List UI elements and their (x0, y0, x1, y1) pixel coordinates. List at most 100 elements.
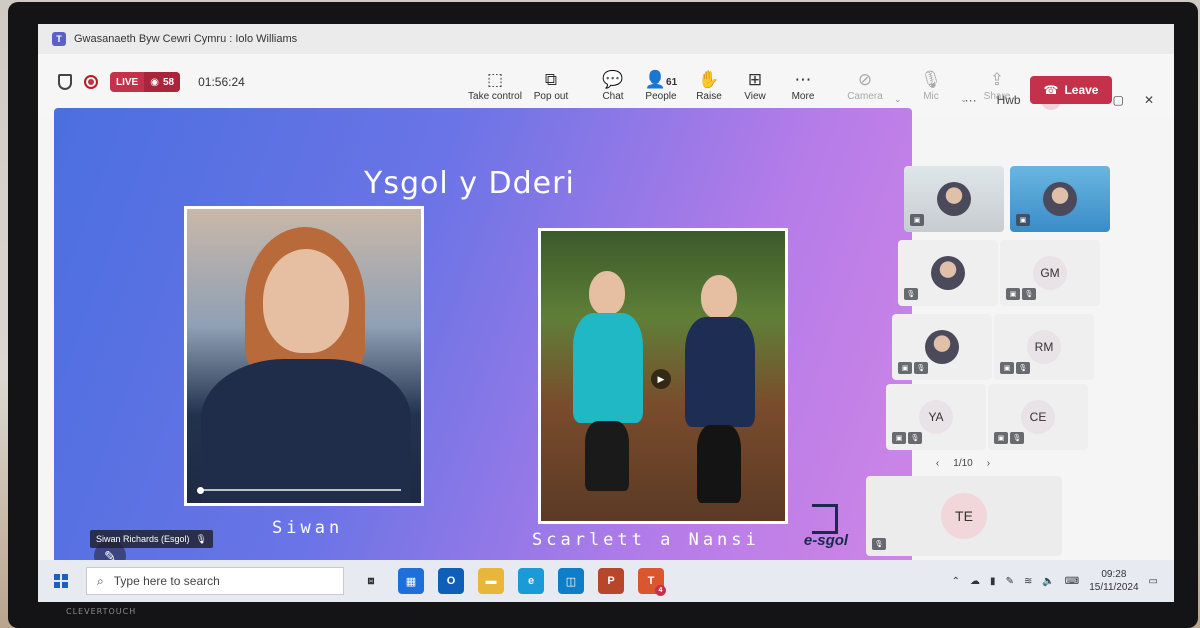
pop-out-button[interactable]: ⧉ Pop out (522, 60, 580, 110)
face-shape-left (589, 271, 625, 315)
play-icon[interactable]: ▶ (651, 369, 671, 389)
pen-icon[interactable]: ✎ (1006, 576, 1014, 587)
onedrive-icon[interactable]: ☁ (970, 576, 980, 587)
legs-shape-right (697, 425, 741, 503)
camera-options-chevron-icon[interactable]: ⌄ (894, 94, 902, 105)
participant-tile[interactable]: ▣ 🎙 (892, 314, 992, 380)
face-shape (263, 249, 349, 353)
battery-icon[interactable]: ▮ (990, 576, 996, 587)
search-placeholder: Type here to search (113, 574, 220, 588)
mic-off-icon: 🎙 (195, 533, 207, 544)
chevron-up-icon[interactable]: ⌃ (952, 576, 960, 587)
camera-button[interactable]: ⊘ Camera (836, 60, 894, 110)
hwb-label: Hwb (996, 93, 1021, 107)
edge-icon[interactable]: e (518, 568, 544, 594)
participant-avatar: CE (1021, 400, 1055, 434)
camera-off-icon: ▣ (898, 362, 912, 374)
more-button[interactable]: ⋯ More (774, 60, 832, 110)
speaker-name-tag: Siwan Richards (Esgol) 🎙 (90, 530, 213, 548)
powerpoint-icon[interactable]: P (598, 568, 624, 594)
grid-icon: ⊞ (747, 69, 763, 89)
teams-badge: 4 (655, 585, 666, 596)
monitor-bezel: CLEVERTOUCH T Gwasanaeth Byw Cewri Cymru… (8, 2, 1198, 628)
esgol-logo-icon (812, 504, 838, 534)
body-shape-left (573, 313, 643, 423)
hoodie-shape (201, 359, 411, 503)
teams-icon: T (52, 32, 66, 46)
chat-icon: 💬 (602, 69, 624, 89)
participant-avatar: YA (919, 400, 953, 434)
participant-tile[interactable]: ▣ (1010, 166, 1110, 232)
mic-off-icon: 🎙 (904, 288, 918, 300)
face-shape-right (701, 275, 737, 319)
participant-video (1043, 182, 1077, 216)
page-indicator: 1/10 (953, 458, 973, 469)
volume-icon[interactable]: 🔈 (1042, 576, 1054, 587)
screen-share-icon: ▣ (910, 214, 924, 226)
clock-time: 09:28 (1101, 569, 1127, 580)
speaker-name: Siwan Richards (Esgol) (96, 534, 190, 544)
clock-date: 15/11/2024 (1089, 582, 1139, 593)
participant-tile[interactable]: CE ▣ 🎙 (988, 384, 1088, 450)
more-options-icon[interactable]: ··· (965, 93, 977, 107)
monitor-brand: CLEVERTOUCH (66, 607, 137, 616)
esgol-logo-text: e-sgol (803, 532, 849, 549)
close-icon[interactable]: ✕ (1144, 93, 1154, 107)
outlook-icon[interactable]: O (438, 568, 464, 594)
taskbar-search-input[interactable]: ⌕ Type here to search (86, 567, 344, 595)
notification-icon[interactable]: ▭ (1149, 576, 1158, 587)
live-badge[interactable]: LIVE ◉ 58 (110, 72, 181, 92)
participant-tile[interactable]: ▣ (904, 166, 1004, 232)
people-count: 61 (666, 76, 678, 88)
caption-left: Siwan (272, 518, 344, 538)
pop-out-icon: ⧉ (544, 69, 558, 89)
app-icon[interactable]: ◫ (558, 568, 584, 594)
file-explorer-icon[interactable]: ▬ (478, 568, 504, 594)
mic-off-icon: 🎙 (1010, 432, 1024, 444)
mic-off-icon: 🎙 (914, 362, 928, 374)
gallery-pager: ‹ 1/10 › (908, 458, 1018, 469)
mic-button[interactable]: 🎙 Mic (902, 60, 960, 110)
mic-off-icon: 🎙 (908, 432, 922, 444)
screen: T Gwasanaeth Byw Cewri Cymru : Iolo Will… (38, 24, 1174, 602)
store-icon[interactable]: ▦ (398, 568, 424, 594)
camera-off-icon: ▣ (1000, 362, 1014, 374)
video-scarlett-nansi[interactable]: ▶ (538, 228, 788, 524)
participant-tile[interactable]: YA ▣ 🎙 (886, 384, 986, 450)
language-icon[interactable]: ⌨ (1065, 576, 1079, 587)
clock[interactable]: 09:28 15/11/2024 (1089, 568, 1138, 594)
shield-icon[interactable] (58, 74, 72, 90)
task-view-icon[interactable]: ⧈ (358, 568, 384, 594)
meeting-toolbar: LIVE ◉ 58 01:56:24 ⬚ Take control ⧉ Pop o… (38, 54, 1174, 116)
shared-content-stage: Ysgol y Dderi ▶ Siwan Scarlett a Nansi e… (54, 108, 912, 580)
participant-tile[interactable]: GM ▣ 🎙 (1000, 240, 1100, 306)
video-progress-bar[interactable] (201, 489, 401, 491)
mic-off-icon: 🎙 (1016, 362, 1030, 374)
wifi-icon[interactable]: ≋ (1024, 576, 1032, 587)
screen-share-icon: ▣ (1016, 214, 1030, 226)
mic-off-icon: 🎙 (920, 69, 942, 89)
participant-tile[interactable]: 🎙 (898, 240, 998, 306)
window-title: Gwasanaeth Byw Cewri Cymru : Iolo Willia… (74, 33, 298, 45)
participant-video (937, 182, 971, 216)
chevron-right-icon[interactable]: › (987, 458, 990, 469)
participant-tile[interactable]: RM ▣ 🎙 (994, 314, 1094, 380)
self-view-tile[interactable]: TE 🎙 (866, 476, 1062, 556)
title-bar: T Gwasanaeth Byw Cewri Cymru : Iolo Will… (38, 24, 1174, 54)
teams-taskbar-icon[interactable]: T4 (638, 568, 666, 596)
chevron-left-icon[interactable]: ‹ (936, 458, 939, 469)
leave-button[interactable]: ☎ Leave (1030, 76, 1112, 104)
meeting-timer: 01:56:24 (198, 75, 245, 89)
legs-shape-left (585, 421, 629, 491)
maximize-icon[interactable]: ▢ (1113, 93, 1124, 107)
participant-avatar (931, 256, 965, 290)
take-control-button[interactable]: ⬚ Take control (466, 60, 524, 110)
video-progress-handle[interactable] (197, 487, 204, 494)
recording-icon (84, 75, 98, 89)
cursor-icon: ⬚ (486, 69, 504, 89)
windows-start-icon[interactable] (54, 574, 68, 588)
mic-off-icon: 🎙 (1022, 288, 1036, 300)
camera-off-icon: ⊘ (857, 69, 873, 89)
video-siwan[interactable] (184, 206, 424, 506)
camera-off-icon: ▣ (994, 432, 1008, 444)
